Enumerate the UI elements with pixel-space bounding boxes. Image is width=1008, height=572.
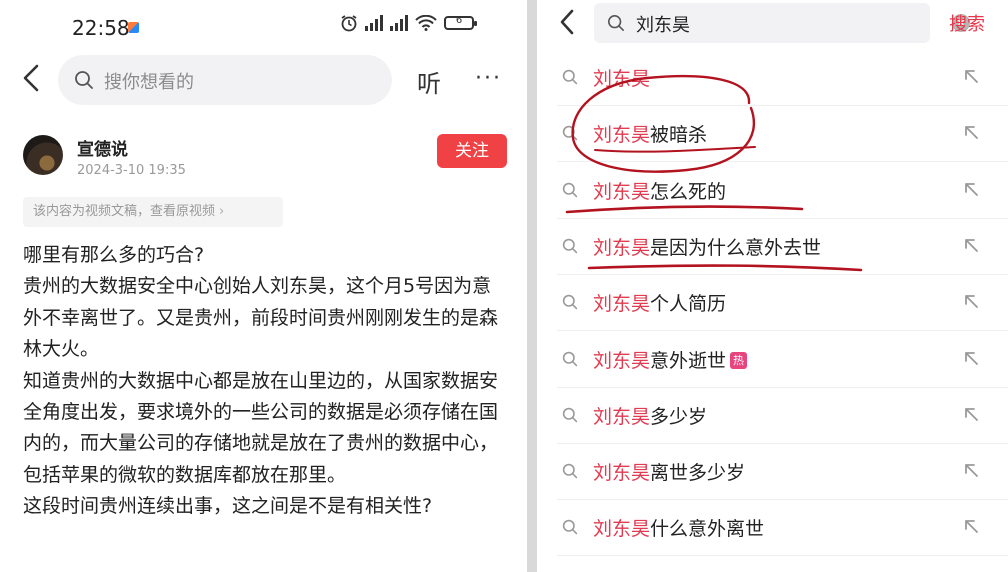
search-icon xyxy=(562,182,578,202)
suggestion-keyword: 刘东昊 xyxy=(593,68,651,90)
suggestion-text: 刘东昊多少岁 xyxy=(593,402,707,429)
wifi-icon xyxy=(415,15,437,31)
suggestion-keyword: 刘东昊 xyxy=(593,518,651,541)
search-icon xyxy=(562,351,578,371)
search-input[interactable]: 刘东昊 ✕ xyxy=(594,3,970,43)
fill-query-arrow-icon[interactable] xyxy=(961,66,981,90)
suggestion-item[interactable]: 刘东昊个人简历 xyxy=(537,275,1008,332)
search-icon xyxy=(75,71,93,89)
suggestion-item[interactable]: 刘东昊被暗杀 xyxy=(537,106,1008,163)
search-icon xyxy=(562,407,578,427)
suggestion-item[interactable]: 刘东昊意外逝世热 xyxy=(537,332,1008,388)
search-icon xyxy=(562,69,578,89)
search-icon xyxy=(562,463,578,483)
suggestion-keyword: 刘东昊 xyxy=(593,405,651,428)
divider xyxy=(557,555,1008,557)
fill-query-arrow-icon[interactable] xyxy=(961,460,981,484)
suggestion-rest: 意外逝世 xyxy=(650,349,727,372)
suggestion-text: 刘东昊是因为什么意外去世 xyxy=(593,233,821,260)
suggestion-keyword: 刘东昊 xyxy=(593,236,651,259)
article-paragraph: 知道贵州的大数据中心都是放在山里边的，从国家数据安全角度出发，要求境外的一些公司… xyxy=(23,369,499,486)
suggestion-text: 刘东昊意外逝世热 xyxy=(593,346,748,373)
suggestion-item[interactable]: 刘东昊是因为什么意外去世 xyxy=(537,219,1008,275)
article-paragraph: 贵州的大数据安全中心创始人刘东昊，这个月5号因为意外不幸离世了。又是贵州，前段时… xyxy=(23,275,499,361)
listen-button[interactable]: 听 xyxy=(417,64,441,99)
suggestion-keyword: 刘东昊 xyxy=(593,293,651,316)
post-date: 2024-3-10 19:35 xyxy=(77,163,186,178)
suggestion-rest: 什么意外离世 xyxy=(650,518,765,541)
suggestion-keyword: 刘东昊 xyxy=(593,462,651,485)
back-arrow-icon[interactable] xyxy=(559,9,575,35)
follow-button[interactable]: 关注 xyxy=(437,134,507,168)
fill-query-arrow-icon[interactable] xyxy=(961,516,981,540)
suggestion-item[interactable]: 刘东昊 xyxy=(537,50,1008,106)
suggestion-item[interactable]: 刘东昊什么意外离世 xyxy=(537,500,1008,557)
search-query: 刘东昊 xyxy=(636,15,690,36)
suggestion-text: 刘东昊被暗杀 xyxy=(593,120,707,147)
fill-query-arrow-icon[interactable] xyxy=(961,348,981,372)
search-icon xyxy=(562,519,578,539)
chevron-right-icon: › xyxy=(219,204,225,219)
article-body: 哪里有那么多的巧合? 贵州的大数据安全中心创始人刘东昊，这个月5号因为意外不幸离… xyxy=(23,240,503,523)
suggestion-keyword: 刘东昊 xyxy=(593,124,651,147)
suggestion-item[interactable]: 刘东昊离世多少岁 xyxy=(537,444,1008,501)
suggestion-keyword: 刘东昊 xyxy=(593,349,651,372)
app-notification-icon xyxy=(128,22,139,33)
fill-query-arrow-icon[interactable] xyxy=(961,404,981,428)
suggestion-rest: 个人简历 xyxy=(650,293,727,316)
suggestion-rest: 离世多少岁 xyxy=(650,462,746,485)
battery-level: 6 xyxy=(455,15,463,26)
fill-query-arrow-icon[interactable] xyxy=(961,122,981,146)
signal-icon xyxy=(365,15,383,31)
suggestion-text: 刘东昊个人简历 xyxy=(593,289,726,316)
view-original-video-link[interactable]: 该内容为视频文稿，查看原视频 › xyxy=(23,197,283,227)
alarm-icon xyxy=(341,15,357,32)
suggestion-rest: 被暗杀 xyxy=(650,124,708,147)
suggestion-rest: 多少岁 xyxy=(650,405,708,428)
suggestion-text: 刘东昊什么意外离世 xyxy=(593,514,764,541)
author-name[interactable]: 宣德说 xyxy=(77,135,128,160)
article-paragraph: 这段时间贵州连续出事，这之间是不是有相关性? xyxy=(23,495,433,518)
notice-text: 该内容为视频文稿，查看原视频 xyxy=(33,204,216,219)
suggestion-rest: 是因为什么意外去世 xyxy=(650,236,822,259)
search-icon xyxy=(607,14,625,32)
search-icon xyxy=(562,294,578,314)
search-button[interactable]: 搜索 xyxy=(949,10,985,36)
suggestion-keyword: 刘东昊 xyxy=(593,180,651,203)
suggestion-item[interactable]: 刘东昊怎么死的 xyxy=(537,163,1008,219)
search-icon xyxy=(562,125,578,145)
search-icon xyxy=(562,238,578,258)
status-time: 22:58 xyxy=(72,16,130,40)
article-screen: 22:58 6 搜你想看的 听 ··· 宣德说 2024-3-10 19:35 … xyxy=(0,0,527,572)
search-placeholder: 搜你想看的 xyxy=(104,72,194,93)
battery-icon: 6 xyxy=(444,15,477,30)
fill-query-arrow-icon[interactable] xyxy=(961,179,981,203)
author-avatar[interactable] xyxy=(23,135,63,175)
back-arrow-icon[interactable] xyxy=(22,64,40,92)
fill-query-arrow-icon[interactable] xyxy=(961,291,981,315)
more-options-button[interactable]: ··· xyxy=(475,66,502,91)
suggestion-item[interactable]: 刘东昊多少岁 xyxy=(537,388,1008,444)
search-input[interactable]: 搜你想看的 xyxy=(58,55,392,105)
fill-query-arrow-icon[interactable] xyxy=(961,235,981,259)
search-suggestions-screen: 刘东昊 ✕ 搜索 刘东昊 刘东昊被暗杀 刘东昊怎么死的 刘东昊是因为什么意外去世 刘东昊… xyxy=(537,0,1008,572)
suggestion-text: 刘东昊 xyxy=(593,64,650,91)
signal-icon-2 xyxy=(390,15,408,31)
suggestion-text: 刘东昊怎么死的 xyxy=(593,177,726,204)
hot-badge: 热 xyxy=(730,351,748,369)
suggestion-rest: 怎么死的 xyxy=(650,180,727,203)
article-paragraph: 哪里有那么多的巧合? xyxy=(23,244,205,266)
status-icons: 6 xyxy=(340,14,477,32)
suggestion-text: 刘东昊离世多少岁 xyxy=(593,458,745,485)
